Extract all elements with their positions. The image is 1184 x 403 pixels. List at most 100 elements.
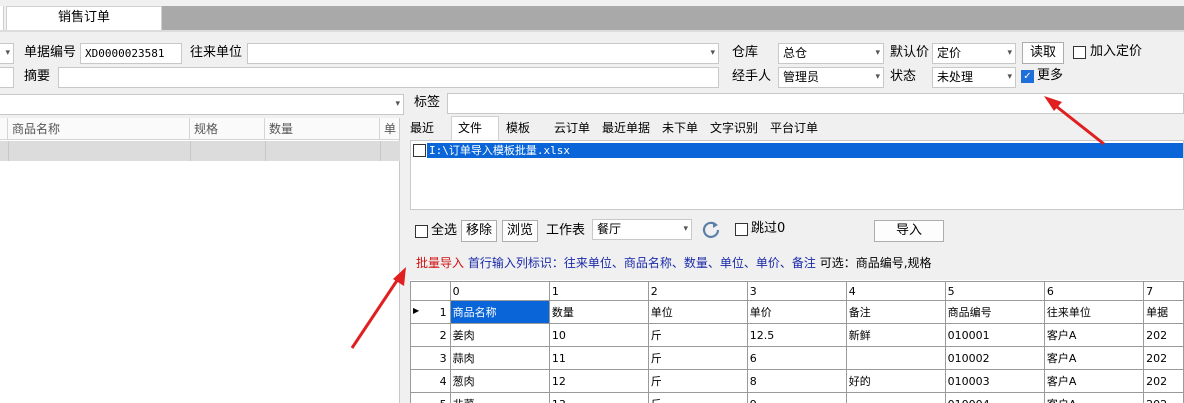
- table-cell[interactable]: 12.5: [746, 323, 847, 347]
- order-lines-grid[interactable]: 商品名称 规格 数量 单: [0, 118, 400, 403]
- table-cell[interactable]: 商品名称: [449, 300, 550, 324]
- hint-columns: 首行输入列标识：往来单位、商品名称、数量、单位、单价、备注: [467, 256, 816, 270]
- handler-value: 管理员: [783, 70, 820, 84]
- col-index: 0: [449, 281, 550, 301]
- table-cell[interactable]: 客户A: [1043, 346, 1145, 370]
- col-index: 1: [548, 281, 649, 301]
- handler-combo[interactable]: 管理员 ▾: [778, 67, 884, 88]
- row-number: ▶ 1: [410, 300, 451, 324]
- more-checkbox[interactable]: ✓: [1021, 70, 1034, 83]
- table-cell[interactable]: 客户A: [1043, 392, 1145, 403]
- table-row[interactable]: 2 姜肉 10 斤 12.5 新鲜 010001 客户A 202: [410, 323, 1184, 347]
- table-cell[interactable]: [845, 392, 946, 403]
- hint-optional: 可选：商品编号,规格: [819, 256, 932, 270]
- column-index-row: 0 1 2 3 4 5 6 7: [410, 281, 1184, 301]
- table-cell[interactable]: 010001: [944, 323, 1045, 347]
- sheet-preview[interactable]: 0 1 2 3 4 5 6 7 ▶ 1 商品名称 数量 单位 单价 备注 商品编号…: [410, 280, 1184, 403]
- tag-label: 标签: [414, 95, 441, 110]
- table-cell[interactable]: 单价: [746, 300, 847, 324]
- remove-button[interactable]: 移除: [461, 220, 497, 242]
- table-cell[interactable]: 202: [1143, 323, 1184, 347]
- table-cell[interactable]: 10: [548, 323, 649, 347]
- table-cell[interactable]: 6: [746, 346, 847, 370]
- table-cell[interactable]: 往来单位: [1043, 300, 1145, 324]
- table-cell[interactable]: 姜肉: [449, 323, 550, 347]
- table-cell[interactable]: 葱肉: [449, 369, 550, 393]
- table-cell[interactable]: 新鲜: [845, 323, 946, 347]
- table-cell[interactable]: 202: [1143, 346, 1184, 370]
- import-button[interactable]: 导入: [874, 220, 944, 242]
- file-checkbox[interactable]: [413, 144, 426, 157]
- left-filter-combo[interactable]: ▾: [0, 94, 404, 115]
- table-cell[interactable]: 单据: [1143, 300, 1184, 324]
- table-cell[interactable]: 韭菜: [449, 392, 550, 403]
- table-cell[interactable]: [845, 346, 946, 370]
- corner-cell: [410, 281, 451, 301]
- select-all-checkbox[interactable]: [415, 225, 428, 238]
- tab-platform-order[interactable]: 平台订单: [770, 118, 818, 138]
- table-cell[interactable]: 好的: [845, 369, 946, 393]
- tab-file[interactable]: 文件: [458, 118, 482, 138]
- col-product-name[interactable]: 商品名称: [8, 118, 190, 140]
- summary-field[interactable]: [58, 67, 719, 88]
- table-cell[interactable]: 斤: [647, 392, 748, 403]
- add-price-checkbox[interactable]: [1073, 46, 1086, 59]
- table-cell[interactable]: 斤: [647, 346, 748, 370]
- tab-ocr[interactable]: 文字识别: [710, 118, 758, 138]
- table-cell[interactable]: 客户A: [1043, 323, 1145, 347]
- tab-cloud-order[interactable]: 云订单: [554, 118, 590, 138]
- col-index: 3: [746, 281, 847, 301]
- grid-empty-row[interactable]: [0, 141, 400, 161]
- table-cell[interactable]: 202: [1143, 369, 1184, 393]
- table-cell[interactable]: 数量: [548, 300, 649, 324]
- table-cell[interactable]: 010002: [944, 346, 1045, 370]
- table-cell[interactable]: 010004: [944, 392, 1045, 403]
- sheet-combo[interactable]: 餐厅 ▾: [592, 219, 692, 240]
- warehouse-combo[interactable]: 总仓 ▾: [778, 43, 884, 64]
- table-cell[interactable]: 202: [1143, 392, 1184, 403]
- table-cell[interactable]: 单位: [647, 300, 748, 324]
- table-row[interactable]: 4 葱肉 12 斤 8 好的 010003 客户A 202: [410, 369, 1184, 393]
- status-combo[interactable]: 未处理 ▾: [932, 67, 1016, 88]
- table-cell[interactable]: 8: [746, 369, 847, 393]
- table-cell[interactable]: 备注: [845, 300, 946, 324]
- table-cell[interactable]: 11: [548, 346, 649, 370]
- type-selector[interactable]: ▾: [0, 43, 14, 64]
- table-cell[interactable]: 蒜肉: [449, 346, 550, 370]
- warehouse-label: 仓库: [732, 45, 759, 60]
- table-cell[interactable]: 010003: [944, 369, 1045, 393]
- browse-button[interactable]: 浏览: [502, 220, 538, 242]
- table-row[interactable]: ▶ 1 商品名称 数量 单位 单价 备注 商品编号 往来单位 单据: [410, 300, 1184, 324]
- previous-tab[interactable]: [0, 6, 4, 30]
- tab-recent[interactable]: 最近: [410, 118, 434, 138]
- table-row[interactable]: 3 蒜肉 11 斤 6 010002 客户A 202: [410, 346, 1184, 370]
- tab-bar-background: [162, 6, 1184, 30]
- table-cell[interactable]: 13: [548, 392, 649, 403]
- table-cell[interactable]: 斤: [647, 369, 748, 393]
- skip-checkbox[interactable]: [735, 223, 748, 236]
- tag-field[interactable]: [447, 93, 1184, 114]
- tab-template[interactable]: 模板: [506, 118, 530, 138]
- file-list[interactable]: I:\订单导入模板批量.xlsx: [410, 140, 1184, 210]
- tab-recent-bills[interactable]: 最近单据: [602, 118, 650, 138]
- col-spec[interactable]: 规格: [190, 118, 265, 140]
- col-unit[interactable]: 单: [380, 118, 400, 140]
- default-price-combo[interactable]: 定价 ▾: [932, 43, 1016, 64]
- table-cell[interactable]: 商品编号: [944, 300, 1045, 324]
- tab-not-ordered[interactable]: 未下单: [662, 118, 698, 138]
- table-cell[interactable]: 9: [746, 392, 847, 403]
- table-cell[interactable]: 12: [548, 369, 649, 393]
- table-cell[interactable]: 客户A: [1043, 369, 1145, 393]
- grid-header-spacer: [0, 118, 8, 140]
- table-cell[interactable]: 斤: [647, 323, 748, 347]
- table-row[interactable]: 5 韭菜 13 斤 9 010004 客户A 202: [410, 392, 1184, 403]
- tab-sales-order[interactable]: 销售订单: [6, 6, 162, 30]
- row-number: 5: [410, 392, 451, 403]
- small-field[interactable]: [0, 67, 14, 88]
- read-button[interactable]: 读取: [1022, 42, 1064, 64]
- refresh-icon[interactable]: [700, 219, 722, 241]
- file-row[interactable]: I:\订单导入模板批量.xlsx: [427, 143, 1183, 158]
- col-quantity[interactable]: 数量: [265, 118, 380, 140]
- partner-combo[interactable]: ▾: [247, 43, 719, 64]
- bill-no-field[interactable]: XD0000023581: [80, 43, 182, 64]
